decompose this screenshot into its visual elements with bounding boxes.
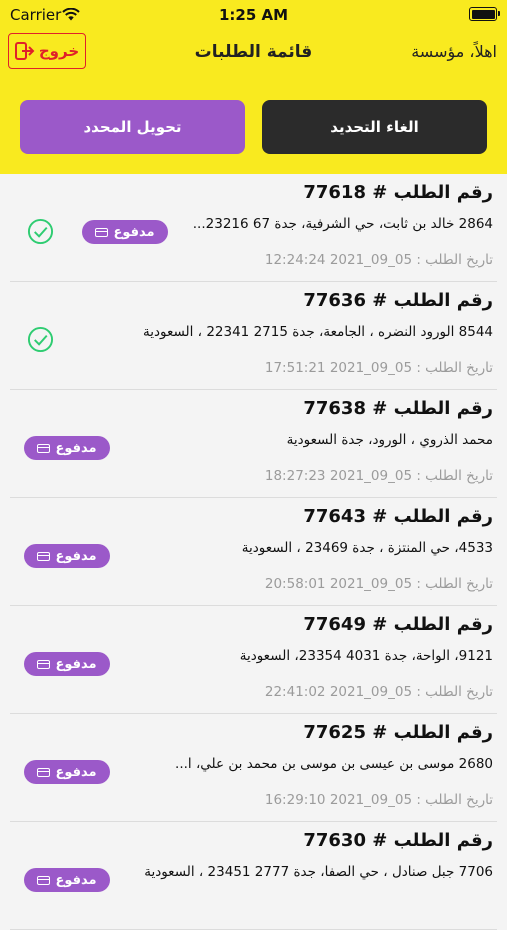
paid-label: مدفوع	[55, 764, 97, 780]
order-row[interactable]: رقم الطلب # 77630 7706 جبل صنادل ، حي الص…	[0, 822, 507, 930]
card-icon	[37, 875, 51, 885]
order-row[interactable]: رقم الطلب # 77643 4533، حي المنتزة ، جدة …	[0, 498, 507, 606]
order-address: 8544 الورود النضره ، الجامعة، جدة 2715 2…	[142, 324, 493, 340]
order-row[interactable]: رقم الطلب # 77649 9121، الواحة، جدة 4031 …	[0, 606, 507, 714]
card-icon	[37, 551, 51, 561]
order-number: رقم الطلب # 77618	[303, 182, 493, 203]
status-time: 1:25 AM	[218, 6, 289, 24]
paid-badge: مدفوع	[24, 760, 110, 784]
order-date: تاريخ الطلب : 05_09_2021 16:29:10	[264, 792, 493, 808]
paid-label: مدفوع	[55, 872, 97, 888]
greeting-text: اهلاً، مؤسسة	[411, 42, 497, 61]
cancel-selection-button[interactable]: الغاء التحديد	[262, 100, 487, 154]
order-row[interactable]: رقم الطلب # 77625 2680 موسى بن عيسى بن مو…	[0, 714, 507, 822]
convert-selected-button[interactable]: تحويل المحدد	[20, 100, 245, 154]
card-icon	[37, 443, 51, 453]
order-address: محمد الذروي ، الورود، جدة السعودية	[286, 432, 493, 448]
battery-icon	[469, 7, 500, 21]
order-number: رقم الطلب # 77643	[303, 506, 493, 527]
order-address: 9121، الواحة، جدة 4031 23354، السعودية	[239, 648, 493, 664]
card-icon	[95, 227, 109, 237]
paid-label: مدفوع	[55, 440, 97, 456]
order-address: 7706 جبل صنادل ، حي الصفا، جدة 2777 2345…	[144, 864, 493, 880]
paid-badge: مدفوع	[24, 544, 110, 568]
paid-badge: مدفوع	[24, 868, 110, 892]
paid-badge: مدفوع	[82, 220, 168, 244]
order-address: 4533، حي المنتزة ، جدة 23469 ، السعودية	[241, 540, 493, 556]
order-date: تاريخ الطلب : 05_09_2021 17:51:21	[264, 360, 493, 376]
paid-badge: مدفوع	[24, 652, 110, 676]
paid-label: مدفوع	[55, 656, 97, 672]
card-icon	[37, 767, 51, 777]
check-circle-icon[interactable]	[27, 218, 54, 245]
app-header: Carrier 1:25 AM خروج قائمة الطلبات اهلاً…	[0, 0, 507, 174]
orders-list: رقم الطلب # 77618 2864 خالد بن ثابت، حي ا…	[0, 174, 507, 930]
order-number: رقم الطلب # 77630	[303, 830, 493, 851]
check-circle-icon[interactable]	[27, 326, 54, 353]
order-row[interactable]: رقم الطلب # 77638 محمد الذروي ، الورود، ج…	[0, 390, 507, 498]
order-date: تاريخ الطلب : 05_09_2021 12:24:24	[264, 252, 493, 268]
order-date: تاريخ الطلب : 05_09_2021 22:41:02	[264, 684, 493, 700]
order-row[interactable]: رقم الطلب # 77618 2864 خالد بن ثابت، حي ا…	[0, 174, 507, 282]
paid-badge: مدفوع	[24, 436, 110, 460]
paid-label: مدفوع	[113, 224, 155, 240]
order-address: 2864 خالد بن ثابت، حي الشرفية، جدة 67 23…	[192, 216, 493, 232]
order-date: تاريخ الطلب : 05_09_2021 18:27:23	[264, 468, 493, 484]
order-number: رقم الطلب # 77649	[303, 614, 493, 635]
paid-label: مدفوع	[55, 548, 97, 564]
order-number: رقم الطلب # 77636	[303, 290, 493, 311]
order-number: رقم الطلب # 77625	[303, 722, 493, 743]
order-date: تاريخ الطلب : 05_09_2021 20:58:01	[264, 576, 493, 592]
order-row[interactable]: رقم الطلب # 77636 8544 الورود النضره ، ال…	[0, 282, 507, 390]
card-icon	[37, 659, 51, 669]
order-number: رقم الطلب # 77638	[303, 398, 493, 419]
status-bar: Carrier 1:25 AM	[0, 0, 507, 28]
order-address: 2680 موسى بن عيسى بن موسى بن محمد بن علي…	[175, 756, 493, 772]
